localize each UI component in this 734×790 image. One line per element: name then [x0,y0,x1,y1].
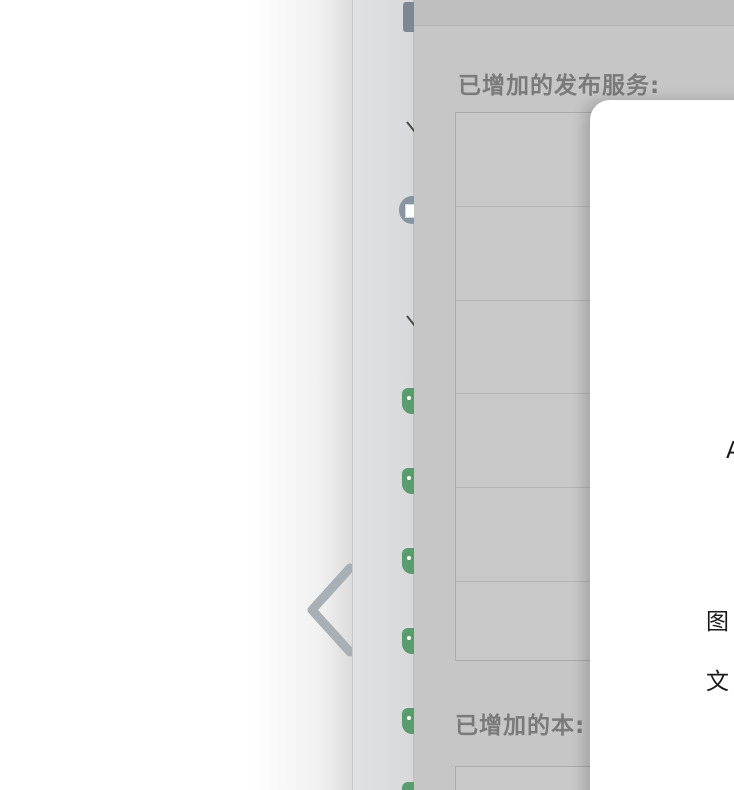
screen: 已增加的发布服务: 已增加的本: A 图 文 [0,0,734,790]
dialog-sheet: A 图 文 [590,100,734,790]
local-list-label: 已增加的本: [455,713,586,739]
dialog-file-label: 文 [706,669,729,695]
published-services-label: 已增加的发布服务: [458,73,661,99]
sidebar [352,0,425,790]
window-shadow [250,0,352,790]
panel-toolbar [414,0,734,26]
dialog-image-label: 图 [706,609,729,635]
dialog-letter-a: A [726,438,734,464]
